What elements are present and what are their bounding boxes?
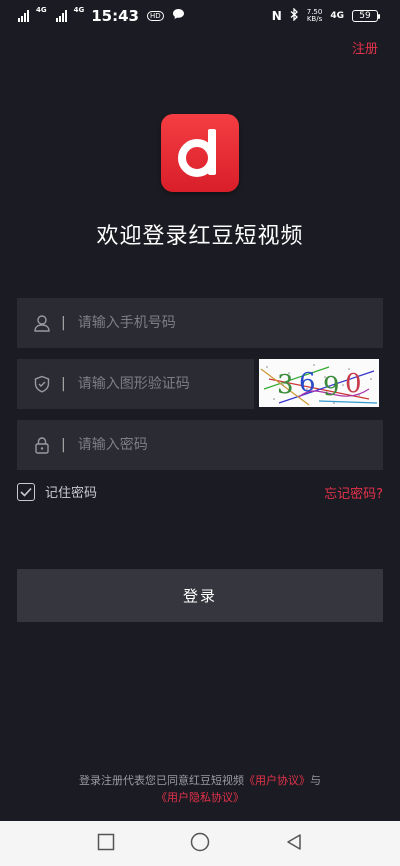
password-field[interactable]: |: [17, 420, 383, 470]
lock-icon: [33, 436, 51, 454]
login-button[interactable]: 登录: [17, 569, 383, 622]
captcha-image[interactable]: 3 6 9 0: [259, 359, 379, 407]
captcha-char-1: 3: [277, 370, 294, 400]
agreement-text: 登录注册代表您已同意红豆短视频《用户协议》与 《用户隐私协议》: [0, 772, 400, 806]
password-input[interactable]: [77, 437, 318, 453]
page-title: 欢迎登录红豆短视频: [96, 224, 304, 249]
shield-check-icon: [33, 375, 51, 393]
captcha-graphic: 3 6 9 0: [260, 364, 378, 406]
bluetooth-icon: [290, 7, 299, 24]
message-icon: [172, 8, 185, 24]
status-right: N 7.50 KB/s 4G 59: [271, 7, 380, 24]
field-separator: |: [61, 315, 66, 331]
status-bar: 4G 4G 15:43 HD N 7.50 KB/s 4G 59: [0, 0, 400, 32]
user-agreement-link[interactable]: 《用户协议》: [244, 774, 310, 787]
square-icon[interactable]: [97, 833, 115, 855]
circle-icon[interactable]: [190, 832, 210, 856]
signal-icon: [18, 10, 29, 22]
privacy-agreement-link[interactable]: 《用户隐私协议》: [156, 791, 244, 804]
network-label-2: 4G: [73, 6, 85, 14]
remember-label: 记住密码: [45, 486, 98, 501]
app-logo: [161, 114, 239, 192]
captcha-char-2: 6: [299, 368, 316, 398]
check-icon: [20, 487, 32, 497]
signal-icon: [55, 10, 67, 22]
triangle-back-icon[interactable]: [285, 833, 303, 855]
agreement-prefix: 登录注册代表您已同意红豆短视频: [79, 774, 244, 787]
status-time: 15:43: [91, 7, 139, 25]
net-speed-unit: KB/s: [306, 15, 323, 23]
network-label-1: 4G: [36, 6, 47, 14]
captcha-char-4: 0: [345, 369, 362, 399]
battery-level: 59: [359, 11, 371, 21]
captcha-field[interactable]: |: [17, 359, 254, 409]
field-separator: |: [61, 437, 66, 453]
captcha-char-3: 9: [323, 372, 340, 402]
system-nav-bar: [0, 821, 400, 866]
agreement-and: 与: [310, 774, 321, 787]
hd-voice-label: HD: [147, 11, 164, 21]
status-left: 4G 4G 15:43 HD: [18, 6, 185, 25]
battery-icon: 59: [352, 10, 380, 22]
remember-password[interactable]: 记住密码: [17, 482, 97, 501]
phone-input[interactable]: [77, 315, 318, 331]
forgot-password-link[interactable]: 忘记密码?: [324, 483, 383, 502]
user-icon: [33, 314, 51, 332]
captcha-input[interactable]: [77, 376, 228, 392]
nfc-icon: N: [271, 9, 282, 23]
field-separator: |: [61, 376, 66, 392]
register-link[interactable]: 注册: [352, 38, 378, 57]
network-label-right: 4G: [330, 11, 344, 21]
remember-checkbox[interactable]: [17, 482, 35, 501]
phone-field[interactable]: |: [17, 298, 383, 348]
app-logo-letter-d: [178, 129, 216, 177]
net-speed: 7.50 KB/s: [307, 9, 323, 23]
